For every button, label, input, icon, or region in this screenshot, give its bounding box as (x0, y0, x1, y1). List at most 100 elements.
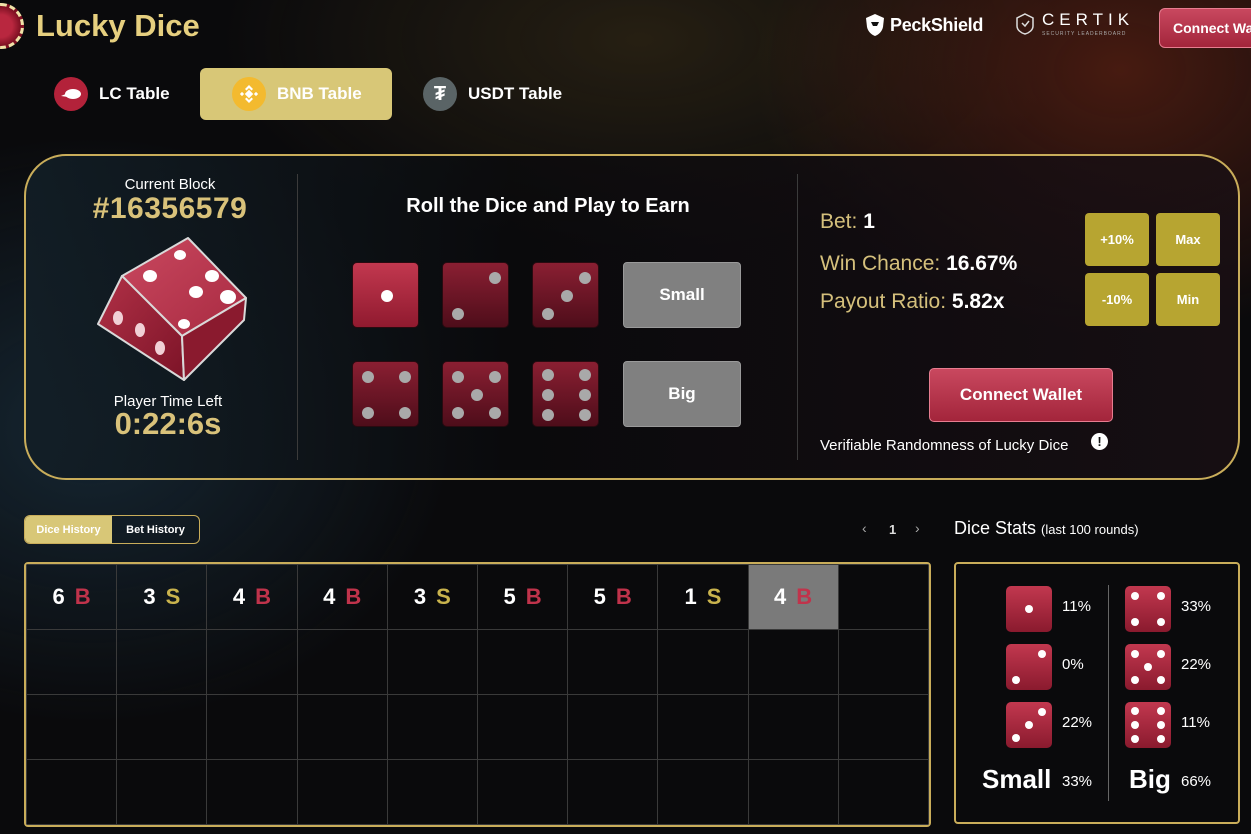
history-row: 6B3S4B4B3S5B5B1S4B (26, 564, 929, 630)
history-roll-number: 4 (323, 584, 336, 609)
verifiable-randomness-link[interactable]: Verifiable Randomness of Lucky Dice (820, 437, 1068, 454)
history-roll-number: 1 (684, 584, 697, 609)
dice-face-4-button[interactable] (352, 361, 419, 427)
die-pip (1156, 617, 1165, 626)
stats-die-4-icon (1125, 586, 1171, 632)
history-cell (747, 694, 839, 760)
die-pip (489, 407, 502, 420)
dice-illustration-icon (97, 237, 247, 381)
stats-percent: 0% (1062, 656, 1084, 673)
peckshield-label: PeckShield (890, 14, 984, 35)
current-block-label: Current Block (124, 176, 216, 193)
tab-bet-history[interactable]: Bet History (112, 516, 199, 543)
dice-stats-subtitle: (last 100 rounds) (1041, 522, 1139, 537)
header-connect-wallet-button[interactable]: Connect Wallet (1159, 8, 1251, 48)
history-roll-number: 4 (232, 584, 246, 609)
stats-die-6-icon (1125, 702, 1171, 748)
tab-dice-history[interactable]: Dice History (25, 516, 112, 543)
history-roll-result: B (615, 584, 632, 609)
history-roll-result: S (706, 584, 722, 609)
history-cell (657, 629, 749, 695)
peckshield-logo[interactable]: PeckShield (864, 13, 983, 37)
small-total-label: Small (982, 764, 1052, 794)
tab-usdt-table[interactable]: ₮ USDT Table (423, 68, 593, 120)
history-roll-result: B (255, 584, 272, 609)
connect-wallet-button[interactable]: Connect Wallet (929, 368, 1113, 422)
tab-label: LC Table (99, 84, 170, 103)
die-pip (399, 407, 412, 420)
page-number: 1 (889, 522, 897, 537)
roll-dice-title: Roll the Dice and Play to Earn (406, 195, 690, 217)
history-cell (837, 694, 929, 760)
max-bet-button[interactable]: Max (1156, 213, 1220, 266)
minus-10-percent-button[interactable]: -10% (1085, 273, 1149, 326)
die-pip (1012, 733, 1021, 742)
dice-stats-label: Dice Stats (954, 518, 1037, 538)
history-roll-number: 5 (593, 584, 606, 609)
history-cell (386, 629, 478, 695)
bet-value: 1 (863, 210, 875, 233)
dice-face-5-button[interactable] (442, 361, 509, 427)
die-pip (1156, 675, 1165, 684)
payout-ratio-value: 5.82x (951, 290, 1005, 313)
certik-logo[interactable]: CERTIK SECURITY LEADERBOARD (1014, 10, 1134, 37)
history-cell (206, 694, 298, 760)
tab-label: BNB Table (277, 84, 362, 103)
die-pip (1156, 721, 1165, 729)
history-cell: 5B (567, 564, 659, 630)
plus-10-percent-button[interactable]: +10% (1085, 213, 1149, 266)
die-pip (1156, 734, 1165, 743)
small-button[interactable]: Small (623, 262, 741, 328)
small-total-percent: 33% (1062, 773, 1093, 790)
die-pip (1156, 650, 1165, 659)
die-pip (1037, 708, 1046, 717)
history-cell (116, 629, 208, 695)
player-time-left-value: 0:22:6s (114, 406, 222, 441)
die-pip (380, 290, 393, 302)
tab-lc-table[interactable]: LC Table (54, 68, 194, 120)
dice-face-3-button[interactable] (532, 262, 599, 328)
die-pip (1025, 721, 1033, 729)
die-pip (451, 407, 464, 420)
history-cell (296, 629, 388, 695)
certik-sub-label: SECURITY LEADERBOARD (1042, 31, 1127, 37)
die-pip (541, 389, 554, 401)
history-cell (206, 759, 298, 825)
stats-percent: 11% (1062, 598, 1091, 615)
win-chance: Win Chance: 16.67% (820, 252, 1017, 276)
info-icon[interactable]: ! (1091, 433, 1108, 450)
lc-token-icon (54, 77, 88, 111)
stats-die-2-icon (1006, 644, 1052, 690)
die-pip (1131, 721, 1140, 729)
stats-percent: 11% (1181, 714, 1210, 731)
bnb-token-icon (232, 77, 266, 111)
die-pip (1144, 663, 1152, 671)
die-pip (541, 408, 554, 421)
history-cell (837, 629, 929, 695)
die-pip (361, 407, 374, 420)
history-cell (386, 759, 478, 825)
peckshield-shield-icon (866, 14, 884, 36)
dice-stats-title: Dice Stats (last 100 rounds) (954, 518, 1139, 539)
big-total-percent: 66% (1181, 773, 1212, 790)
tab-bnb-table[interactable]: BNB Table (200, 68, 392, 120)
history-roll-result: B (74, 584, 91, 609)
dice-face-6-button[interactable] (532, 361, 599, 427)
big-button[interactable]: Big (623, 361, 741, 427)
history-cell (567, 694, 659, 760)
history-cell (26, 759, 118, 825)
die-pip (579, 389, 592, 401)
dice-face-2-button[interactable] (442, 262, 509, 328)
history-roll-number: 5 (503, 584, 516, 609)
next-page-chevron-icon[interactable]: › (915, 520, 920, 536)
dice-face-1-button[interactable] (352, 262, 419, 328)
history-cell: 6B (26, 564, 118, 630)
history-cell (206, 629, 298, 695)
history-cell (386, 694, 478, 760)
die-pip (1131, 675, 1140, 684)
bet-amount: Bet: 1 (820, 210, 875, 234)
history-roll-result: S (436, 584, 451, 609)
prev-page-chevron-icon[interactable]: ‹ (862, 520, 867, 536)
history-roll-result: B (796, 584, 813, 609)
min-bet-button[interactable]: Min (1156, 273, 1220, 326)
